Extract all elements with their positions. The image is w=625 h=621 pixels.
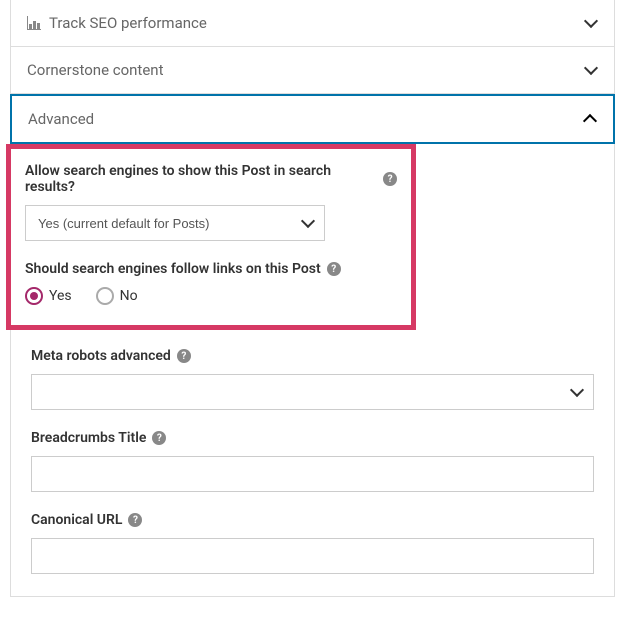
help-icon[interactable] bbox=[152, 431, 166, 445]
help-icon[interactable] bbox=[383, 172, 397, 186]
follow-links-label: Should search engines follow links on th… bbox=[25, 261, 397, 277]
label-text: Meta robots advanced bbox=[31, 348, 171, 364]
section-cornerstone[interactable]: Cornerstone content bbox=[11, 47, 614, 94]
section-seo-performance[interactable]: Track SEO performance bbox=[11, 0, 614, 47]
label-text: Allow search engines to show this Post i… bbox=[25, 163, 377, 195]
chart-icon bbox=[27, 16, 41, 30]
section-title: Cornerstone content bbox=[27, 61, 163, 79]
breadcrumbs-input[interactable] bbox=[31, 456, 594, 492]
breadcrumbs-label: Breadcrumbs Title bbox=[31, 430, 594, 446]
chevron-down-icon bbox=[584, 63, 598, 77]
follow-links-yes-radio[interactable] bbox=[25, 287, 43, 305]
allow-search-select[interactable]: Yes (current default for Posts) bbox=[25, 205, 325, 241]
advanced-additional-fields: Meta robots advanced Breadcrumbs Title bbox=[11, 330, 614, 596]
follow-links-group: Should search engines follow links on th… bbox=[25, 261, 397, 305]
meta-robots-label: Meta robots advanced bbox=[31, 348, 594, 364]
allow-search-label: Allow search engines to show this Post i… bbox=[25, 163, 397, 195]
radio-label: Yes bbox=[49, 288, 72, 304]
breadcrumbs-group: Breadcrumbs Title bbox=[31, 430, 594, 492]
chevron-up-icon bbox=[583, 112, 597, 126]
section-title: Track SEO performance bbox=[49, 14, 207, 32]
follow-links-yes-option[interactable]: Yes bbox=[25, 287, 72, 305]
meta-robots-select-wrapper bbox=[31, 374, 594, 410]
advanced-content: Allow search engines to show this Post i… bbox=[11, 144, 614, 596]
meta-robots-group: Meta robots advanced bbox=[31, 348, 594, 410]
label-text: Canonical URL bbox=[31, 512, 122, 528]
section-header-left: Advanced bbox=[28, 110, 94, 128]
follow-links-no-option[interactable]: No bbox=[96, 287, 138, 305]
label-text: Breadcrumbs Title bbox=[31, 430, 146, 446]
highlight-box: Allow search engines to show this Post i… bbox=[6, 144, 416, 330]
chevron-down-icon bbox=[584, 16, 598, 30]
follow-links-radio-group: Yes No bbox=[25, 287, 397, 305]
canonical-group: Canonical URL bbox=[31, 512, 594, 574]
settings-panel: Track SEO performance Cornerstone conten… bbox=[10, 0, 615, 597]
section-advanced[interactable]: Advanced bbox=[10, 94, 615, 144]
follow-links-no-radio[interactable] bbox=[96, 287, 114, 305]
help-icon[interactable] bbox=[128, 513, 142, 527]
section-header-left: Cornerstone content bbox=[27, 61, 163, 79]
help-icon[interactable] bbox=[177, 349, 191, 363]
canonical-label: Canonical URL bbox=[31, 512, 594, 528]
allow-search-select-wrapper: Yes (current default for Posts) bbox=[25, 205, 325, 241]
radio-label: No bbox=[120, 288, 138, 304]
section-header-left: Track SEO performance bbox=[27, 14, 207, 32]
canonical-input[interactable] bbox=[31, 538, 594, 574]
help-icon[interactable] bbox=[327, 262, 341, 276]
allow-search-group: Allow search engines to show this Post i… bbox=[25, 163, 397, 241]
label-text: Should search engines follow links on th… bbox=[25, 261, 321, 277]
section-title: Advanced bbox=[28, 110, 94, 128]
meta-robots-select[interactable] bbox=[31, 374, 594, 410]
